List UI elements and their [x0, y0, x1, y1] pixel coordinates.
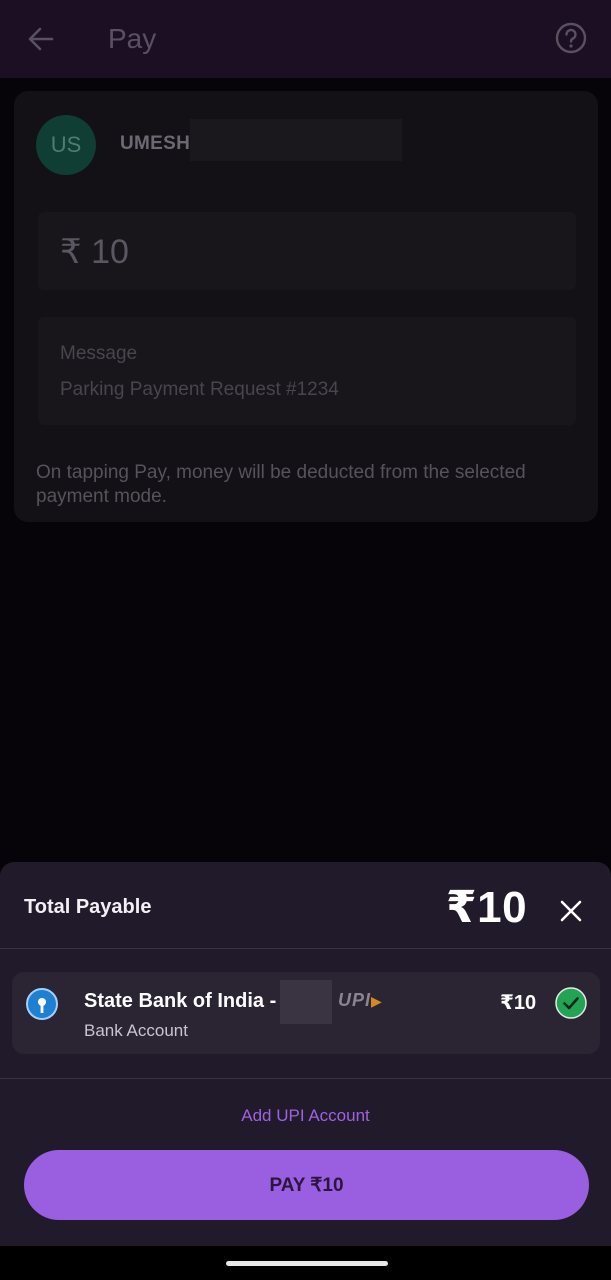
upi-logo: UPI▶ — [338, 990, 383, 1011]
deduction-disclaimer: On tapping Pay, money will be deducted f… — [36, 462, 526, 507]
upi-logo-text: UPI — [338, 990, 372, 1010]
account-type: Bank Account — [84, 1021, 188, 1040]
sbi-logo-icon — [26, 988, 58, 1020]
bank-account-option[interactable]: State Bank of India - UPI▶ Bank Account … — [12, 972, 600, 1054]
system-nav-bar — [0, 1246, 611, 1280]
help-button[interactable] — [554, 21, 588, 55]
account-amount: ₹10 — [500, 992, 537, 1014]
payment-bottom-sheet: Total Payable ₹10 State Bank of India - … — [0, 862, 611, 1246]
close-icon — [560, 900, 582, 922]
home-indicator[interactable] — [226, 1261, 388, 1266]
message-field[interactable]: Message Parking Payment Request #1234 — [38, 317, 576, 425]
add-upi-account-link[interactable]: Add UPI Account — [0, 1106, 611, 1126]
message-label: Message — [60, 343, 138, 364]
page-title: Pay — [108, 23, 157, 54]
pay-button[interactable]: PAY ₹10 — [24, 1150, 589, 1220]
total-payable-label: Total Payable — [24, 896, 152, 918]
divider — [0, 948, 611, 949]
total-payable-amount: ₹10 — [446, 883, 528, 932]
message-value: Parking Payment Request #1234 — [60, 379, 339, 400]
app-header: Pay — [0, 0, 611, 78]
check-circle-icon — [554, 986, 588, 1020]
avatar-initials: US — [50, 132, 82, 157]
arrow-left-icon — [28, 27, 54, 51]
upi-arrow-icon: ▶ — [371, 993, 383, 1009]
back-button[interactable] — [22, 20, 60, 58]
redacted-account-mask — [280, 980, 332, 1024]
close-sheet-button[interactable] — [554, 894, 588, 928]
redacted-name-mask — [190, 119, 402, 161]
avatar: US — [36, 115, 96, 175]
payment-details-card: US UMESH ₹ 10 Message Parking Payment Re… — [14, 91, 598, 522]
amount-field[interactable]: ₹ 10 — [38, 212, 576, 290]
help-circle-icon — [555, 22, 587, 54]
bank-name: State Bank of India - — [84, 990, 277, 1012]
payee-name: UMESH — [120, 133, 191, 154]
divider — [0, 1078, 611, 1079]
amount-value: ₹ 10 — [60, 233, 129, 271]
